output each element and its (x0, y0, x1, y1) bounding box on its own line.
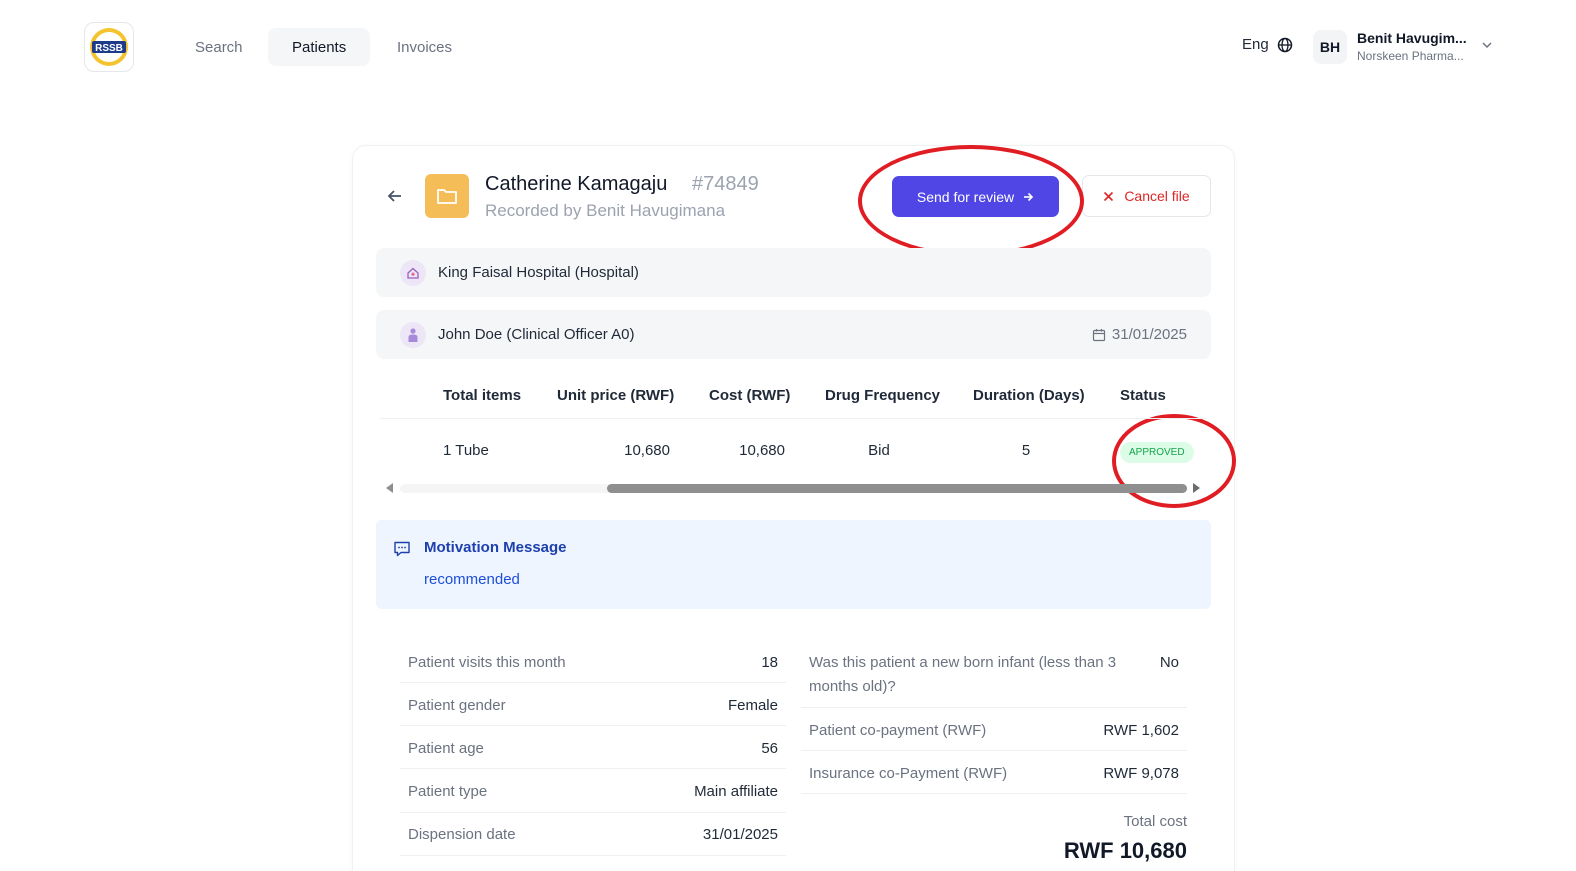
doctor-icon (400, 321, 426, 348)
logo-text: RSSB (95, 43, 123, 54)
motivation-title: Motivation Message (424, 539, 567, 556)
insurance-copay-label: Insurance co-Payment (RWF) (809, 765, 1008, 782)
column-header-drug-frequency: Drug Frequency (825, 387, 941, 404)
cell-drug-frequency: Bid (868, 442, 890, 459)
total-cost-label: Total cost (1123, 813, 1187, 830)
user-name: Benit Havugim... (1357, 30, 1467, 46)
close-icon (1104, 191, 1114, 201)
prescription-date-value: 31/01/2025 (1111, 326, 1187, 343)
language-selector[interactable]: Eng (1242, 36, 1293, 53)
total-cost-value: RWF 10,680 (1063, 838, 1187, 863)
newborn-question-line2: months old)? (809, 678, 896, 695)
language-label: Eng (1242, 36, 1269, 53)
motivation-message-box (376, 520, 1211, 609)
nav-invoices[interactable]: Invoices (373, 28, 476, 66)
calendar-icon (1092, 328, 1106, 341)
send-for-review-button[interactable]: Send for review (892, 176, 1059, 217)
back-arrow-icon[interactable] (386, 186, 404, 206)
scroll-left-arrow[interactable] (386, 483, 393, 493)
motivation-text: recommended (424, 571, 520, 588)
insurance-copay-value: RWF 9,078 (1103, 765, 1179, 782)
detail-divider (400, 768, 786, 769)
detail-label-dispension-date: Dispension date (408, 826, 516, 843)
detail-divider (400, 725, 786, 726)
cancel-file-button[interactable]: Cancel file (1082, 175, 1211, 217)
cell-total-items: 1 Tube (443, 442, 489, 459)
rssb-logo-emblem: RSSB (90, 28, 128, 66)
column-header-status: Status (1120, 387, 1166, 404)
cell-cost: 10,680 (739, 442, 785, 459)
prescriber-name: John Doe (Clinical Officer A0) (438, 326, 635, 343)
patient-id: #74849 (692, 173, 759, 195)
cell-duration: 5 (1021, 442, 1031, 459)
column-header-unit-price: Unit price (RWF) (557, 387, 675, 404)
cancel-file-label: Cancel file (1124, 188, 1190, 204)
user-avatar[interactable]: BH (1313, 30, 1347, 64)
arrow-right-icon (1024, 192, 1034, 201)
detail-divider (801, 707, 1187, 708)
message-icon (394, 541, 410, 557)
detail-value-dispension-date: 31/01/2025 (702, 826, 778, 843)
patient-name: Catherine Kamagaju (485, 173, 668, 195)
nav-search[interactable]: Search (171, 28, 267, 66)
detail-value-visits: 18 (761, 654, 778, 671)
column-header-total-items: Total items (443, 387, 522, 404)
column-header-duration: Duration (Days) (973, 387, 1085, 404)
detail-label-gender: Patient gender (408, 697, 506, 714)
hospital-icon (400, 259, 426, 286)
newborn-answer: No (1159, 654, 1179, 671)
facility-box: King Faisal Hospital (Hospital) (376, 248, 1211, 297)
user-organization: Norskeen Pharma... (1357, 49, 1464, 63)
scroll-right-arrow[interactable] (1193, 483, 1200, 493)
detail-divider (801, 793, 1187, 794)
detail-divider (801, 750, 1187, 751)
recorded-by: Recorded by Benit Havugimana (485, 201, 726, 220)
copay-label: Patient co-payment (RWF) (809, 722, 987, 739)
rssb-logo[interactable]: RSSB (84, 22, 134, 72)
detail-value-patient-type: Main affiliate (694, 783, 778, 800)
detail-value-age: 56 (761, 740, 778, 757)
column-header-cost: Cost (RWF) (709, 387, 791, 404)
horizontal-scrollbar-thumb[interactable] (607, 484, 1187, 493)
copay-value: RWF 1,602 (1103, 722, 1179, 739)
status-badge: APPROVED (1120, 442, 1194, 463)
detail-divider (400, 682, 786, 683)
prescription-date: 31/01/2025 (1092, 310, 1187, 359)
nav-patients[interactable]: Patients (268, 28, 371, 66)
prescriber-box: John Doe (Clinical Officer A0) 31/01/202… (376, 310, 1211, 359)
globe-icon (1277, 37, 1292, 52)
newborn-question-line1: Was this patient a new born infant (less… (809, 654, 1117, 671)
detail-label-visits: Patient visits this month (408, 654, 566, 671)
folder-icon (425, 174, 469, 218)
facility-name: King Faisal Hospital (Hospital) (438, 264, 639, 281)
detail-label-age: Patient age (408, 740, 484, 757)
table-divider (380, 418, 1207, 419)
detail-divider (400, 812, 786, 813)
detail-label-patient-type: Patient type (408, 783, 488, 800)
cell-unit-price: 10,680 (624, 442, 670, 459)
detail-value-gender: Female (727, 697, 778, 714)
detail-divider (400, 855, 786, 856)
chevron-down-icon[interactable] (1480, 38, 1494, 52)
send-for-review-label: Send for review (916, 188, 1015, 205)
